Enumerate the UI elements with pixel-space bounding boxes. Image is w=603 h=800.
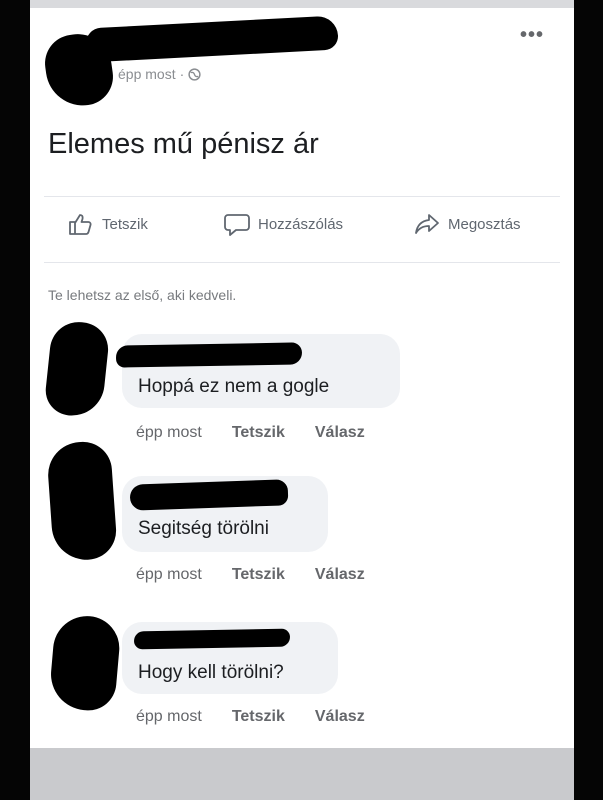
comment-bubble: Hogy kell törölni? [122, 622, 338, 694]
comment-reply-link[interactable]: Válasz [315, 566, 365, 584]
top-strip [30, 0, 574, 8]
more-options-icon[interactable]: ••• [520, 25, 544, 45]
comment-actions: épp most Tetszik Válasz [136, 566, 365, 584]
divider-bottom [44, 262, 560, 263]
share-arrow-icon [415, 214, 439, 234]
comment-text: Hogy kell törölni? [138, 662, 284, 683]
like-label: Tetszik [102, 215, 148, 233]
share-button[interactable]: Megosztás [414, 212, 521, 236]
comment-reply-link[interactable]: Válasz [315, 708, 365, 726]
comment-like-link[interactable]: Tetszik [232, 708, 285, 726]
comment-avatar [48, 613, 122, 713]
comment-like-link[interactable]: Tetszik [232, 566, 285, 584]
share-label: Megosztás [448, 215, 521, 233]
post-meta: épp most · [118, 66, 201, 82]
comment-time: épp most [136, 708, 202, 725]
post-text: Elemes mű pénisz ár [48, 128, 319, 160]
comment-text: Hoppá ez nem a gogle [138, 376, 330, 397]
phone-screen: épp most · ••• Elemes mű pénisz ár Tetsz… [30, 0, 574, 800]
redacted-commenter-name [133, 628, 291, 650]
comment-avatar [43, 319, 111, 419]
comment-bubble: Segitség törölni [122, 476, 328, 552]
first-like-text: Te lehetsz az első, aki kedveli. [48, 287, 237, 303]
redacted-commenter-name [129, 479, 289, 511]
comment-time: épp most [136, 424, 202, 441]
comment-reply-link[interactable]: Válasz [315, 424, 365, 442]
speech-bubble-icon [224, 214, 250, 236]
comment-text: Segitség törölni [138, 518, 269, 539]
redacted-name [85, 15, 339, 63]
comment-avatar [45, 439, 119, 563]
comment-button[interactable]: Hozzászólás [224, 212, 343, 236]
thumbs-up-icon [69, 214, 92, 235]
redacted-commenter-name [115, 342, 303, 368]
comment-bubble: Hoppá ez nem a gogle [115, 334, 400, 408]
globe-icon [188, 67, 201, 81]
comment-label: Hozzászólás [258, 215, 344, 233]
bottom-bar [30, 748, 574, 800]
comment-time: épp most [136, 566, 202, 583]
divider-top [44, 196, 560, 197]
like-button[interactable]: Tetszik [68, 212, 148, 236]
comment-actions: épp most Tetszik Válasz [136, 424, 365, 442]
post-timestamp: épp most [118, 66, 176, 82]
comment-like-link[interactable]: Tetszik [232, 424, 285, 442]
comment-actions: épp most Tetszik Válasz [136, 708, 365, 726]
meta-separator: · [179, 66, 185, 82]
post-actions: Tetszik Hozzászólás Megosztás [30, 212, 574, 252]
